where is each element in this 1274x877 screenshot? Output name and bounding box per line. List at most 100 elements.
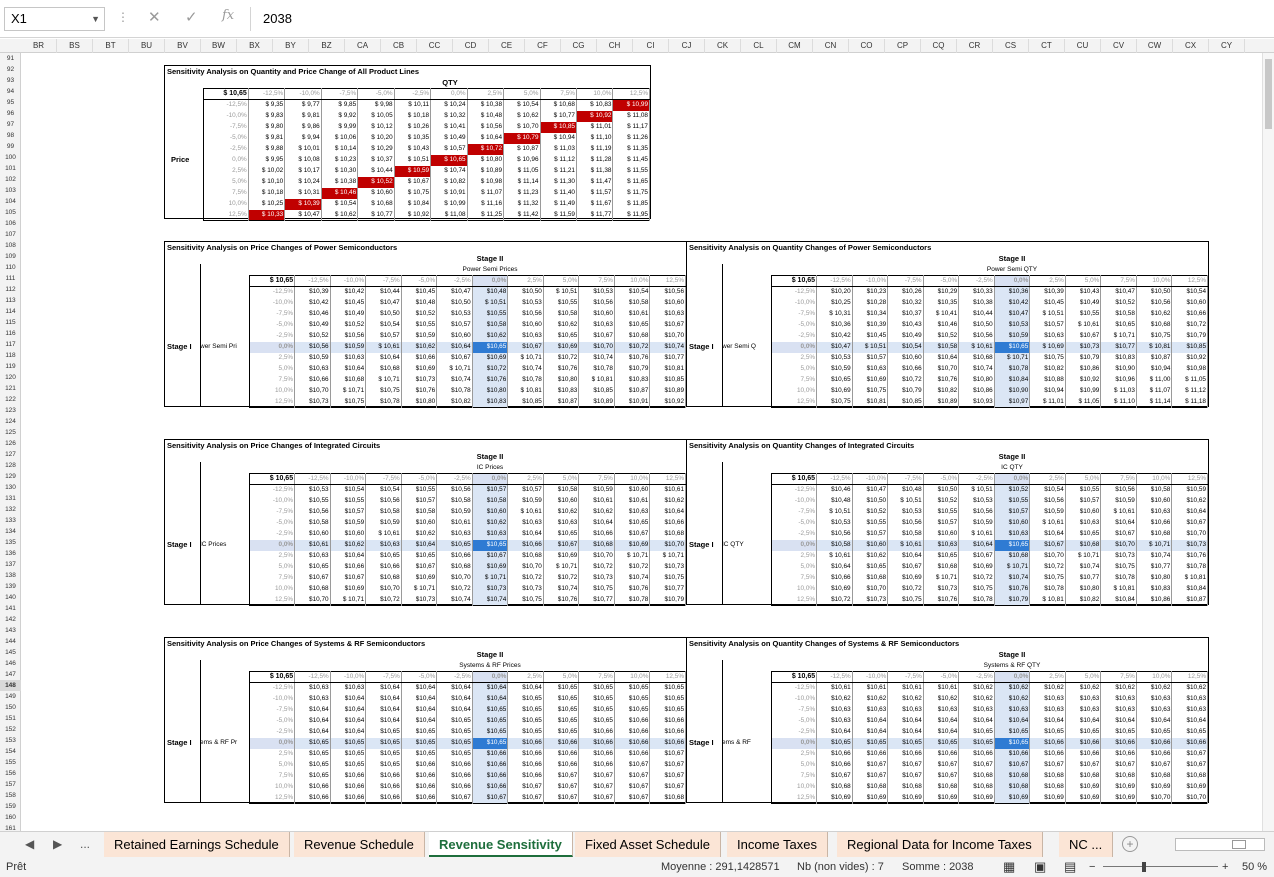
data-cell[interactable]: $10,39 bbox=[852, 319, 889, 331]
column-change-header[interactable]: 5,0% bbox=[543, 671, 580, 683]
column-change-header[interactable]: 2,5% bbox=[507, 275, 544, 287]
column-header[interactable]: CG bbox=[561, 39, 597, 53]
row-change-header[interactable]: -7,5% bbox=[249, 506, 296, 518]
column-change-header[interactable]: -10,0% bbox=[852, 275, 889, 287]
data-cell[interactable]: $10,90 bbox=[994, 385, 1031, 397]
column-change-header[interactable]: 10,0% bbox=[1136, 275, 1173, 287]
column-change-header[interactable]: 2,5% bbox=[1029, 473, 1066, 485]
data-cell[interactable]: $10,65 bbox=[816, 374, 853, 386]
data-cell[interactable]: $10,94 bbox=[1029, 385, 1066, 397]
data-cell[interactable]: $10,66 bbox=[330, 770, 367, 782]
data-cell[interactable]: $10,89 bbox=[649, 385, 686, 397]
column-change-header[interactable]: -7,5% bbox=[887, 671, 924, 683]
data-cell[interactable]: $10,68 bbox=[294, 583, 331, 595]
data-cell[interactable]: $10,67 bbox=[649, 781, 686, 793]
data-cell[interactable]: $ 10,71 bbox=[330, 385, 367, 397]
row-change-header[interactable]: 7,5% bbox=[771, 374, 818, 386]
data-cell[interactable]: $10,62 bbox=[923, 693, 960, 705]
data-cell[interactable]: $10,58 bbox=[543, 484, 580, 496]
data-cell[interactable]: $10,64 bbox=[923, 726, 960, 738]
row-header[interactable]: 156 bbox=[0, 768, 21, 779]
data-cell[interactable]: $10,68 bbox=[1029, 781, 1066, 793]
data-cell[interactable]: $10,72 bbox=[507, 572, 544, 584]
data-cell[interactable]: $10,85 bbox=[578, 385, 615, 397]
data-cell[interactable]: $ 10,79 bbox=[503, 132, 541, 144]
cancel-icon[interactable]: ✕ bbox=[148, 8, 161, 26]
data-cell[interactable]: $10,68 bbox=[994, 781, 1031, 793]
row-change-header[interactable]: 5,0% bbox=[249, 561, 296, 573]
row-change-header[interactable]: -2,5% bbox=[249, 330, 296, 342]
row-header[interactable]: 131 bbox=[0, 493, 21, 504]
row-header[interactable]: 150 bbox=[0, 702, 21, 713]
data-cell[interactable]: $10,55 bbox=[994, 495, 1031, 507]
data-cell[interactable]: $10,67 bbox=[330, 572, 367, 584]
data-cell[interactable]: $10,78 bbox=[1029, 583, 1066, 595]
data-cell[interactable]: $ 10,46 bbox=[321, 187, 359, 199]
data-cell[interactable]: $ 10,61 bbox=[507, 506, 544, 518]
column-change-header[interactable]: -12,5% bbox=[816, 671, 853, 683]
data-cell[interactable]: $10,63 bbox=[330, 682, 367, 694]
row-change-header[interactable]: 5,0% bbox=[249, 759, 296, 771]
data-cell[interactable]: $10,63 bbox=[578, 319, 615, 331]
data-cell[interactable]: $10,72 bbox=[614, 341, 651, 353]
zoom-slider[interactable] bbox=[1103, 866, 1218, 867]
row-change-header[interactable]: 2,5% bbox=[249, 748, 296, 760]
data-cell[interactable]: $10,55 bbox=[401, 319, 438, 331]
data-cell[interactable]: $10,60 bbox=[923, 528, 960, 540]
column-change-header[interactable]: -2,5% bbox=[436, 671, 473, 683]
row-header[interactable]: 130 bbox=[0, 482, 21, 493]
data-cell[interactable]: $ 10,61 bbox=[958, 341, 995, 353]
data-cell[interactable]: $10,48 bbox=[887, 484, 924, 496]
data-cell[interactable]: $10,69 bbox=[958, 792, 995, 804]
row-header[interactable]: 137 bbox=[0, 559, 21, 570]
data-cell[interactable]: $10,67 bbox=[1171, 748, 1208, 760]
data-cell[interactable]: $10,42 bbox=[816, 330, 853, 342]
row-header[interactable]: 104 bbox=[0, 196, 21, 207]
row-change-header[interactable]: -10,0% bbox=[203, 110, 249, 122]
data-cell[interactable]: $10,56 bbox=[649, 286, 686, 298]
row-change-header[interactable]: 10,0% bbox=[771, 583, 818, 595]
data-cell[interactable]: $10,56 bbox=[578, 297, 615, 309]
data-cell[interactable]: $10,72 bbox=[365, 594, 402, 606]
data-cell[interactable]: $10,53 bbox=[887, 506, 924, 518]
data-cell[interactable]: $10,57 bbox=[436, 319, 473, 331]
data-cell[interactable]: $10,69 bbox=[1136, 781, 1173, 793]
data-cell[interactable]: $10,66 bbox=[578, 759, 615, 771]
data-cell[interactable]: $10,65 bbox=[852, 561, 889, 573]
data-cell[interactable]: $10,80 bbox=[1136, 572, 1173, 584]
data-cell[interactable]: $10,73 bbox=[1065, 341, 1102, 353]
data-cell[interactable]: $10,79 bbox=[614, 363, 651, 375]
data-cell[interactable]: $10,69 bbox=[1065, 781, 1102, 793]
data-cell[interactable]: $10,66 bbox=[507, 748, 544, 760]
row-header[interactable]: 128 bbox=[0, 460, 21, 471]
data-cell[interactable]: $10,67 bbox=[614, 792, 651, 804]
data-cell[interactable]: $ 11,10 bbox=[1100, 396, 1137, 408]
data-cell[interactable]: $10,67 bbox=[994, 759, 1031, 771]
data-cell[interactable]: $ 11,59 bbox=[540, 209, 577, 221]
data-cell[interactable]: $10,63 bbox=[330, 352, 367, 364]
data-cell[interactable]: $10,61 bbox=[614, 308, 651, 320]
data-cell[interactable]: $10,80 bbox=[1065, 583, 1102, 595]
data-cell[interactable]: $10,66 bbox=[436, 550, 473, 562]
data-cell[interactable]: $10,65 bbox=[365, 737, 402, 749]
data-cell[interactable]: $10,55 bbox=[543, 297, 580, 309]
zoom-slider-handle[interactable] bbox=[1142, 862, 1146, 872]
data-cell[interactable]: $10,66 bbox=[578, 726, 615, 738]
data-cell[interactable]: $10,69 bbox=[401, 363, 438, 375]
column-header[interactable]: CY bbox=[1209, 39, 1245, 53]
data-cell[interactable]: $ 10,77 bbox=[357, 209, 395, 221]
data-cell[interactable]: $10,64 bbox=[1029, 528, 1066, 540]
row-change-header[interactable]: 5,0% bbox=[249, 363, 296, 375]
column-change-header[interactable]: -10,0% bbox=[284, 88, 322, 100]
data-cell[interactable]: $ 11,12 bbox=[1171, 385, 1208, 397]
data-cell[interactable]: $10,65 bbox=[958, 737, 995, 749]
data-cell[interactable]: $ 10,44 bbox=[357, 165, 395, 177]
data-cell[interactable]: $10,63 bbox=[1171, 693, 1208, 705]
data-cell[interactable]: $10,66 bbox=[578, 528, 615, 540]
data-cell[interactable]: $10,70 bbox=[365, 583, 402, 595]
data-cell[interactable]: $ 10,69 bbox=[1029, 341, 1066, 353]
data-cell[interactable]: $10,66 bbox=[649, 517, 686, 529]
row-change-header[interactable]: 7,5% bbox=[249, 374, 296, 386]
data-cell[interactable]: $10,66 bbox=[649, 737, 686, 749]
data-cell[interactable]: $10,46 bbox=[294, 308, 331, 320]
